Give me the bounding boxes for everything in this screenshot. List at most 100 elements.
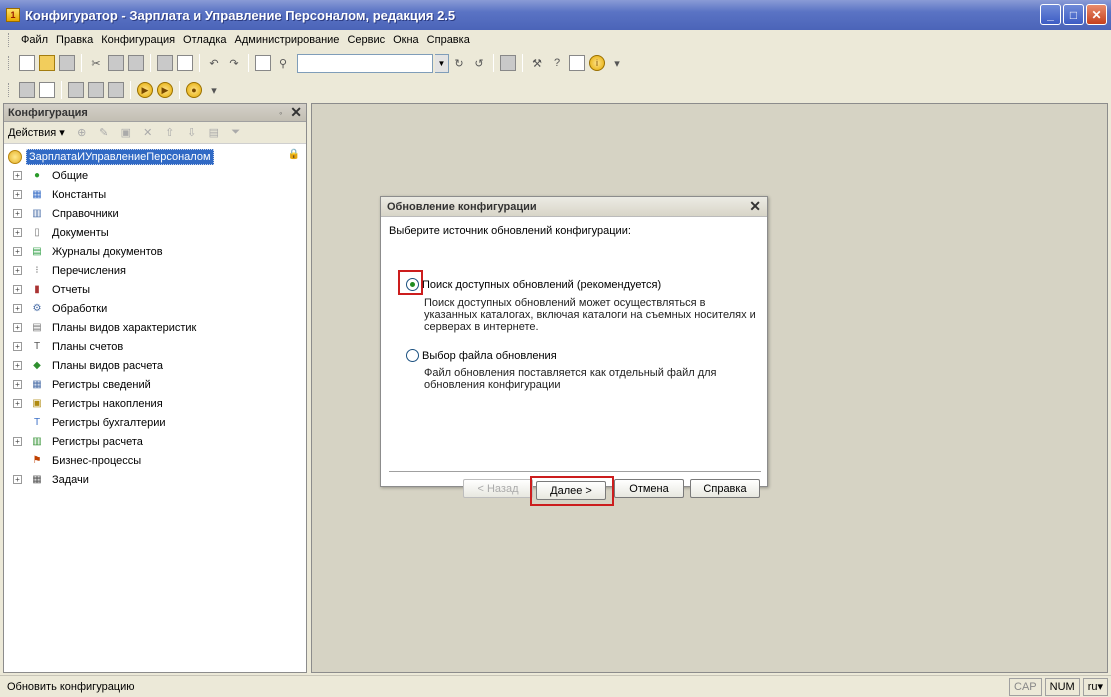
edit-icon[interactable]: ✎ (97, 126, 111, 140)
minimize-icon[interactable]: _ (1040, 4, 1061, 25)
expand-icon[interactable]: + (13, 437, 22, 446)
expand-icon[interactable]: + (13, 266, 22, 275)
tree-item[interactable]: + ▦ Регистры сведений (4, 375, 306, 394)
menu-windows[interactable]: Окна (389, 34, 423, 46)
delete-icon[interactable]: ✕ (141, 126, 155, 140)
windows-list-icon[interactable] (500, 55, 516, 71)
filter-icon[interactable]: ⏷ (229, 126, 243, 140)
tree-item[interactable]: + ⁝ Перечисления (4, 261, 306, 280)
expand-icon[interactable]: + (13, 247, 22, 256)
help-content-icon[interactable] (569, 55, 585, 71)
language-selector[interactable]: ru ▾ (1082, 677, 1108, 696)
expand-icon[interactable]: + (13, 323, 22, 332)
expand-icon[interactable]: + (13, 285, 22, 294)
tree-item[interactable]: + ▤ Планы видов характеристик (4, 318, 306, 337)
find-next-icon[interactable]: ↻ (451, 55, 467, 71)
expand-icon[interactable]: + (13, 304, 22, 313)
start-enterprise-icon[interactable]: ▶ (157, 82, 173, 98)
tree-item[interactable]: + ▦ Константы (4, 185, 306, 204)
tree-item[interactable]: + ▮ Отчеты (4, 280, 306, 299)
expand-icon[interactable]: + (13, 228, 22, 237)
undo-icon[interactable]: ↶ (206, 55, 222, 71)
tree-item[interactable]: T Регистры бухгалтерии (4, 413, 306, 432)
radio-select-file[interactable] (406, 349, 419, 362)
tree-root[interactable]: ЗарплатаИУправлениеПерсоналом 🔒 (4, 147, 306, 166)
toolbar-more-icon[interactable]: ▾ (609, 55, 625, 71)
expand-icon[interactable]: + (13, 342, 22, 351)
print-icon[interactable] (157, 55, 173, 71)
print-preview-icon[interactable] (177, 55, 193, 71)
find-in-document-icon[interactable] (255, 55, 271, 71)
tree-item[interactable]: + ▯ Документы (4, 223, 306, 242)
radio-search-updates[interactable] (406, 278, 419, 291)
actions-menu-button[interactable]: Действия ▾ (8, 126, 65, 139)
help-button[interactable]: Справка (690, 479, 760, 498)
expand-icon[interactable]: + (13, 190, 22, 199)
tree-item[interactable]: + T Планы счетов (4, 337, 306, 356)
cancel-button[interactable]: Отмена (614, 479, 684, 498)
toolbar-grip[interactable] (8, 56, 11, 70)
open-configuration-icon[interactable] (19, 82, 35, 98)
info-icon[interactable]: i (589, 55, 605, 71)
expand-icon[interactable]: + (13, 209, 22, 218)
open-folder-icon[interactable] (39, 55, 55, 71)
maximize-icon[interactable]: □ (1063, 4, 1084, 25)
tree-item[interactable]: + ▥ Справочники (4, 204, 306, 223)
redo-icon[interactable]: ↷ (226, 55, 242, 71)
copy-icon[interactable] (108, 55, 124, 71)
find-previous-icon[interactable]: ↺ (471, 55, 487, 71)
tree-item[interactable]: + ▤ Журналы документов (4, 242, 306, 261)
tree-item[interactable]: + ◆ Планы видов расчета (4, 356, 306, 375)
menu-help[interactable]: Справка (423, 34, 474, 46)
back-button[interactable]: < Назад (463, 479, 533, 498)
option-select-file[interactable]: Выбор файла обновления (406, 349, 557, 362)
sort-icon[interactable]: ▤ (207, 126, 221, 140)
configuration-window-icon[interactable] (39, 82, 55, 98)
search-dropdown-icon[interactable]: ▼ (435, 53, 449, 73)
menu-file[interactable]: Файл (17, 34, 52, 46)
move-down-icon[interactable]: ⇩ (185, 126, 199, 140)
assistant-icon[interactable]: ⚒ (529, 55, 545, 71)
tree-item[interactable]: + ▦ Задачи (4, 470, 306, 489)
expand-icon[interactable]: + (13, 475, 22, 484)
tree-item[interactable]: + ▣ Регистры накопления (4, 394, 306, 413)
option-search-updates[interactable]: Поиск доступных обновлений (рекомендуетс… (406, 278, 661, 291)
tree-item[interactable]: + ⚙ Обработки (4, 299, 306, 318)
menu-service[interactable]: Сервис (343, 34, 389, 46)
expand-icon[interactable]: + (13, 399, 22, 408)
close-icon[interactable]: ✕ (1086, 4, 1107, 25)
menu-administration[interactable]: Администрирование (231, 34, 344, 46)
save-icon[interactable] (59, 55, 75, 71)
pin-icon[interactable]: ◦ (279, 108, 282, 118)
debug-options-icon[interactable]: ● (186, 82, 202, 98)
copy-icon[interactable]: ▣ (119, 126, 133, 140)
move-up-icon[interactable]: ⇧ (163, 126, 177, 140)
paste-icon[interactable] (128, 55, 144, 71)
cut-icon[interactable]: ✂ (88, 55, 104, 71)
menubar-grip[interactable] (8, 33, 11, 47)
tree-item[interactable]: + ● Общие (4, 166, 306, 185)
add-icon[interactable]: ⊕ (75, 126, 89, 140)
menu-edit[interactable]: Правка (52, 34, 97, 46)
tree-item[interactable]: + ▥ Регистры расчета (4, 432, 306, 451)
standard-toolbar: ✂ ↶ ↷ ⚲ ▼ ↻ ↺ ⚒ ? i ▾ (0, 51, 1111, 75)
menu-debug[interactable]: Отладка (179, 34, 230, 46)
expand-icon[interactable]: + (13, 380, 22, 389)
support-settings-icon[interactable] (108, 82, 124, 98)
toolbar-grip[interactable] (8, 83, 11, 97)
new-document-icon[interactable] (19, 55, 35, 71)
syntax-helper-icon[interactable]: ? (549, 55, 565, 71)
update-database-icon[interactable] (68, 82, 84, 98)
close-icon[interactable]: ✕ (290, 104, 302, 121)
toolbar-more-icon[interactable]: ▾ (206, 82, 222, 98)
tree-item[interactable]: ⚑ Бизнес-процессы (4, 451, 306, 470)
start-debugging-icon[interactable]: ▶ (137, 82, 153, 98)
compare-configurations-icon[interactable] (88, 82, 104, 98)
close-icon[interactable]: ✕ (749, 198, 761, 215)
expand-icon[interactable]: + (13, 361, 22, 370)
search-input[interactable] (297, 53, 433, 73)
expand-icon[interactable]: + (13, 171, 22, 180)
search-icon[interactable]: ⚲ (275, 55, 291, 71)
menu-configuration[interactable]: Конфигурация (97, 34, 179, 46)
next-button[interactable]: Далее > (536, 481, 606, 500)
